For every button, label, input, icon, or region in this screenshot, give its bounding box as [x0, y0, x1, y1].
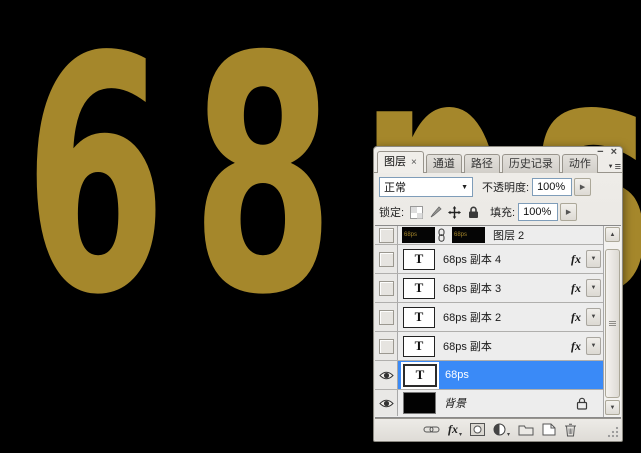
scroll-down-button[interactable]: ▼ — [605, 400, 620, 415]
layer-name: 68ps 副本 4 — [443, 251, 501, 267]
visibility-toggle[interactable] — [375, 226, 398, 244]
adjustment-expand-icon: ▾ — [507, 431, 510, 438]
lock-transparency-icon[interactable] — [409, 205, 424, 220]
fx-expand-button[interactable]: ▼ — [586, 250, 601, 268]
tab-channels[interactable]: 通道 — [426, 154, 462, 173]
lock-all-icon[interactable] — [466, 205, 481, 220]
panel-menu-button[interactable]: ▼ ≡ — [608, 161, 620, 173]
adjustment-layer-icon[interactable]: ▾ — [493, 422, 510, 438]
tab-paths[interactable]: 路径 — [464, 154, 500, 173]
new-layer-icon[interactable] — [542, 422, 556, 438]
panel-menu-lines-icon: ≡ — [615, 161, 620, 173]
layer-fx-icon[interactable]: fx — [571, 281, 581, 296]
lock-icons — [409, 205, 481, 220]
layer-name: 68ps — [445, 369, 469, 381]
lock-row: 锁定: 填充: 100% ▶ — [379, 201, 618, 223]
background-layer-thumbnail[interactable] — [403, 392, 436, 414]
scrollbar-thumb[interactable] — [605, 249, 620, 398]
link-mask-icon[interactable] — [437, 228, 446, 242]
visibility-empty-box — [379, 310, 394, 325]
scrollbar-grip — [609, 321, 616, 326]
eye-icon — [379, 398, 394, 409]
tab-actions[interactable]: 动作 — [562, 154, 598, 173]
opacity-label: 不透明度: — [482, 179, 529, 195]
visibility-empty-box — [379, 281, 394, 296]
lock-label: 锁定: — [379, 204, 404, 220]
text-layer-thumbnail[interactable]: T — [403, 249, 435, 270]
text-layer-thumbnail[interactable]: T — [403, 278, 435, 299]
lock-position-move-icon[interactable] — [447, 205, 462, 220]
tab-layers[interactable]: 图层 × — [377, 151, 424, 173]
panel-window-buttons: − × — [597, 147, 617, 158]
layer-row-copy1[interactable]: T 68ps 副本 fx ▼ — [375, 332, 604, 361]
layer-name: 68ps 副本 — [443, 338, 492, 354]
fx-expand-button[interactable]: ▼ — [586, 308, 601, 326]
opacity-input[interactable]: 100% — [532, 178, 572, 196]
delete-layer-trash-icon[interactable] — [564, 422, 577, 438]
layer-name: 背景 — [444, 395, 466, 411]
panel-tabs: 图层 × 通道 路径 历史记录 动作 — [377, 151, 600, 173]
fill-input[interactable]: 100% — [518, 203, 558, 221]
layer-style-fx-label: fx — [448, 422, 458, 437]
chevron-down-icon: ▼ — [461, 184, 468, 191]
layer-row-layer2[interactable]: 68ps 68ps 图层 2 — [375, 226, 604, 245]
scroll-up-button[interactable]: ▲ — [605, 227, 620, 242]
link-layers-icon[interactable] — [423, 422, 440, 438]
eye-icon — [379, 370, 394, 381]
layer-row-copy3[interactable]: T 68ps 副本 3 fx ▼ — [375, 274, 604, 303]
fx-expand-button[interactable]: ▼ — [586, 279, 601, 297]
visibility-empty-box — [379, 252, 394, 267]
layer-thumbnail[interactable]: 68ps — [402, 227, 435, 243]
opacity-spinner-button[interactable]: ▶ — [574, 178, 591, 196]
minimize-icon[interactable]: − — [597, 147, 603, 158]
layer-name: 68ps 副本 3 — [443, 280, 501, 296]
tab-close-icon[interactable]: × — [411, 152, 417, 173]
layer-style-icon[interactable]: fx ▾ — [448, 422, 462, 438]
tab-history[interactable]: 历史记录 — [502, 154, 560, 173]
fx-expand-button[interactable]: ▼ — [586, 337, 601, 355]
text-layer-thumbnail[interactable]: T — [403, 364, 437, 387]
blend-mode-select[interactable]: 正常 ▼ — [379, 177, 473, 197]
layer-row-68ps-selected[interactable]: T 68ps — [375, 361, 604, 390]
layer-mask-thumbnail[interactable]: 68ps — [452, 227, 485, 243]
layer-row-background[interactable]: 背景 — [375, 390, 604, 416]
visibility-empty-box — [379, 339, 394, 354]
layer-rows: 68ps 68ps 图层 2 T 68ps 副本 4 fx ▼ — [375, 226, 604, 417]
close-icon[interactable]: × — [611, 147, 617, 158]
visibility-toggle[interactable] — [375, 361, 398, 389]
lock-pixels-brush-icon[interactable] — [428, 205, 443, 220]
add-layer-mask-icon[interactable] — [470, 422, 485, 438]
visibility-toggle[interactable] — [375, 274, 398, 302]
layer-fx-icon[interactable]: fx — [571, 339, 581, 354]
fill-spinner-button[interactable]: ▶ — [560, 203, 577, 221]
layers-panel: − × ▼ ≡ 图层 × 通道 路径 历史记录 动作 正常 ▼ 不透明度: 10… — [373, 146, 623, 442]
layer-row-copy2[interactable]: T 68ps 副本 2 fx ▼ — [375, 303, 604, 332]
text-layer-thumbnail[interactable]: T — [403, 336, 435, 357]
visibility-empty-box — [379, 228, 394, 243]
tab-layers-label: 图层 — [384, 152, 406, 173]
layers-panel-toolbar: fx ▾ ▾ — [375, 418, 621, 440]
visibility-toggle[interactable] — [375, 303, 398, 331]
layer-row-copy4[interactable]: T 68ps 副本 4 fx ▼ — [375, 245, 604, 274]
visibility-toggle[interactable] — [375, 332, 398, 360]
blend-mode-value: 正常 — [384, 179, 406, 195]
layer-list-scrollbar[interactable]: ▲ ▼ — [603, 226, 621, 417]
background-lock-icon — [576, 397, 588, 410]
blend-row: 正常 ▼ 不透明度: 100% ▶ — [379, 176, 618, 198]
layer-list: 68ps 68ps 图层 2 T 68ps 副本 4 fx ▼ — [375, 225, 621, 418]
text-layer-thumbnail[interactable]: T — [403, 307, 435, 328]
fill-label: 填充: — [490, 204, 515, 220]
visibility-toggle[interactable] — [375, 245, 398, 273]
layer-name: 68ps 副本 2 — [443, 309, 501, 325]
visibility-toggle[interactable] — [375, 390, 398, 416]
layer-fx-icon[interactable]: fx — [571, 252, 581, 267]
panel-menu-arrow-icon: ▼ — [608, 164, 614, 170]
new-group-icon[interactable] — [518, 422, 534, 438]
layer-name: 图层 2 — [493, 227, 524, 243]
style-expand-icon: ▾ — [459, 431, 462, 438]
layer-fx-icon[interactable]: fx — [571, 310, 581, 325]
panel-resize-grip[interactable] — [607, 426, 619, 438]
